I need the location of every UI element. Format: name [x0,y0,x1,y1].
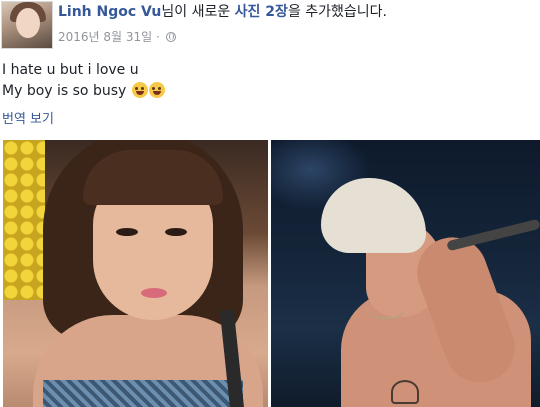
post-timestamp[interactable]: 2016년 8월 31일 [58,30,152,44]
meta-separator: · [156,30,160,44]
crying-face-emoji-icon [131,82,148,98]
singer-tattoo [391,380,419,404]
see-translation-link[interactable]: 번역 보기 [2,108,54,127]
microphone [446,218,540,252]
photos-link[interactable]: 사진 2장 [235,4,288,20]
post-header: Linh Ngoc Vu님이 새로운 사진 2장을 추가했습니다. 2016년 … [0,0,540,56]
avatar-face [16,8,40,38]
photo-eye-right [165,228,187,236]
post-text-line-2: My boy is so busy [2,81,165,102]
photo-eye-left [116,228,138,236]
author-avatar[interactable] [1,1,53,49]
singer-hair [321,178,426,253]
globe-icon[interactable] [165,32,176,42]
photo-1[interactable] [3,140,268,407]
author-name-link[interactable]: Linh Ngoc Vu [58,4,161,20]
post-text-line-2-text: My boy is so busy [2,83,127,99]
post-meta: 2016년 8월 31일 · [58,28,176,45]
photo-top [43,380,243,407]
photo-bangs [83,150,223,205]
smiley-background [3,140,45,300]
action-suffix: 을 추가했습니다. [287,4,387,20]
post-text-line-1: I hate u but i love u [2,62,139,78]
photo-2[interactable] [271,140,540,407]
post-body: I hate u but i love u My boy is so busy [2,60,165,102]
crying-face-emoji-icon [148,82,165,98]
photo-lips [141,288,167,298]
post-title-line: Linh Ngoc Vu님이 새로운 사진 2장을 추가했습니다. [58,2,387,22]
action-prefix: 님이 새로운 [161,4,235,20]
action-text: 님이 새로운 사진 2장을 추가했습니다. [161,4,387,20]
